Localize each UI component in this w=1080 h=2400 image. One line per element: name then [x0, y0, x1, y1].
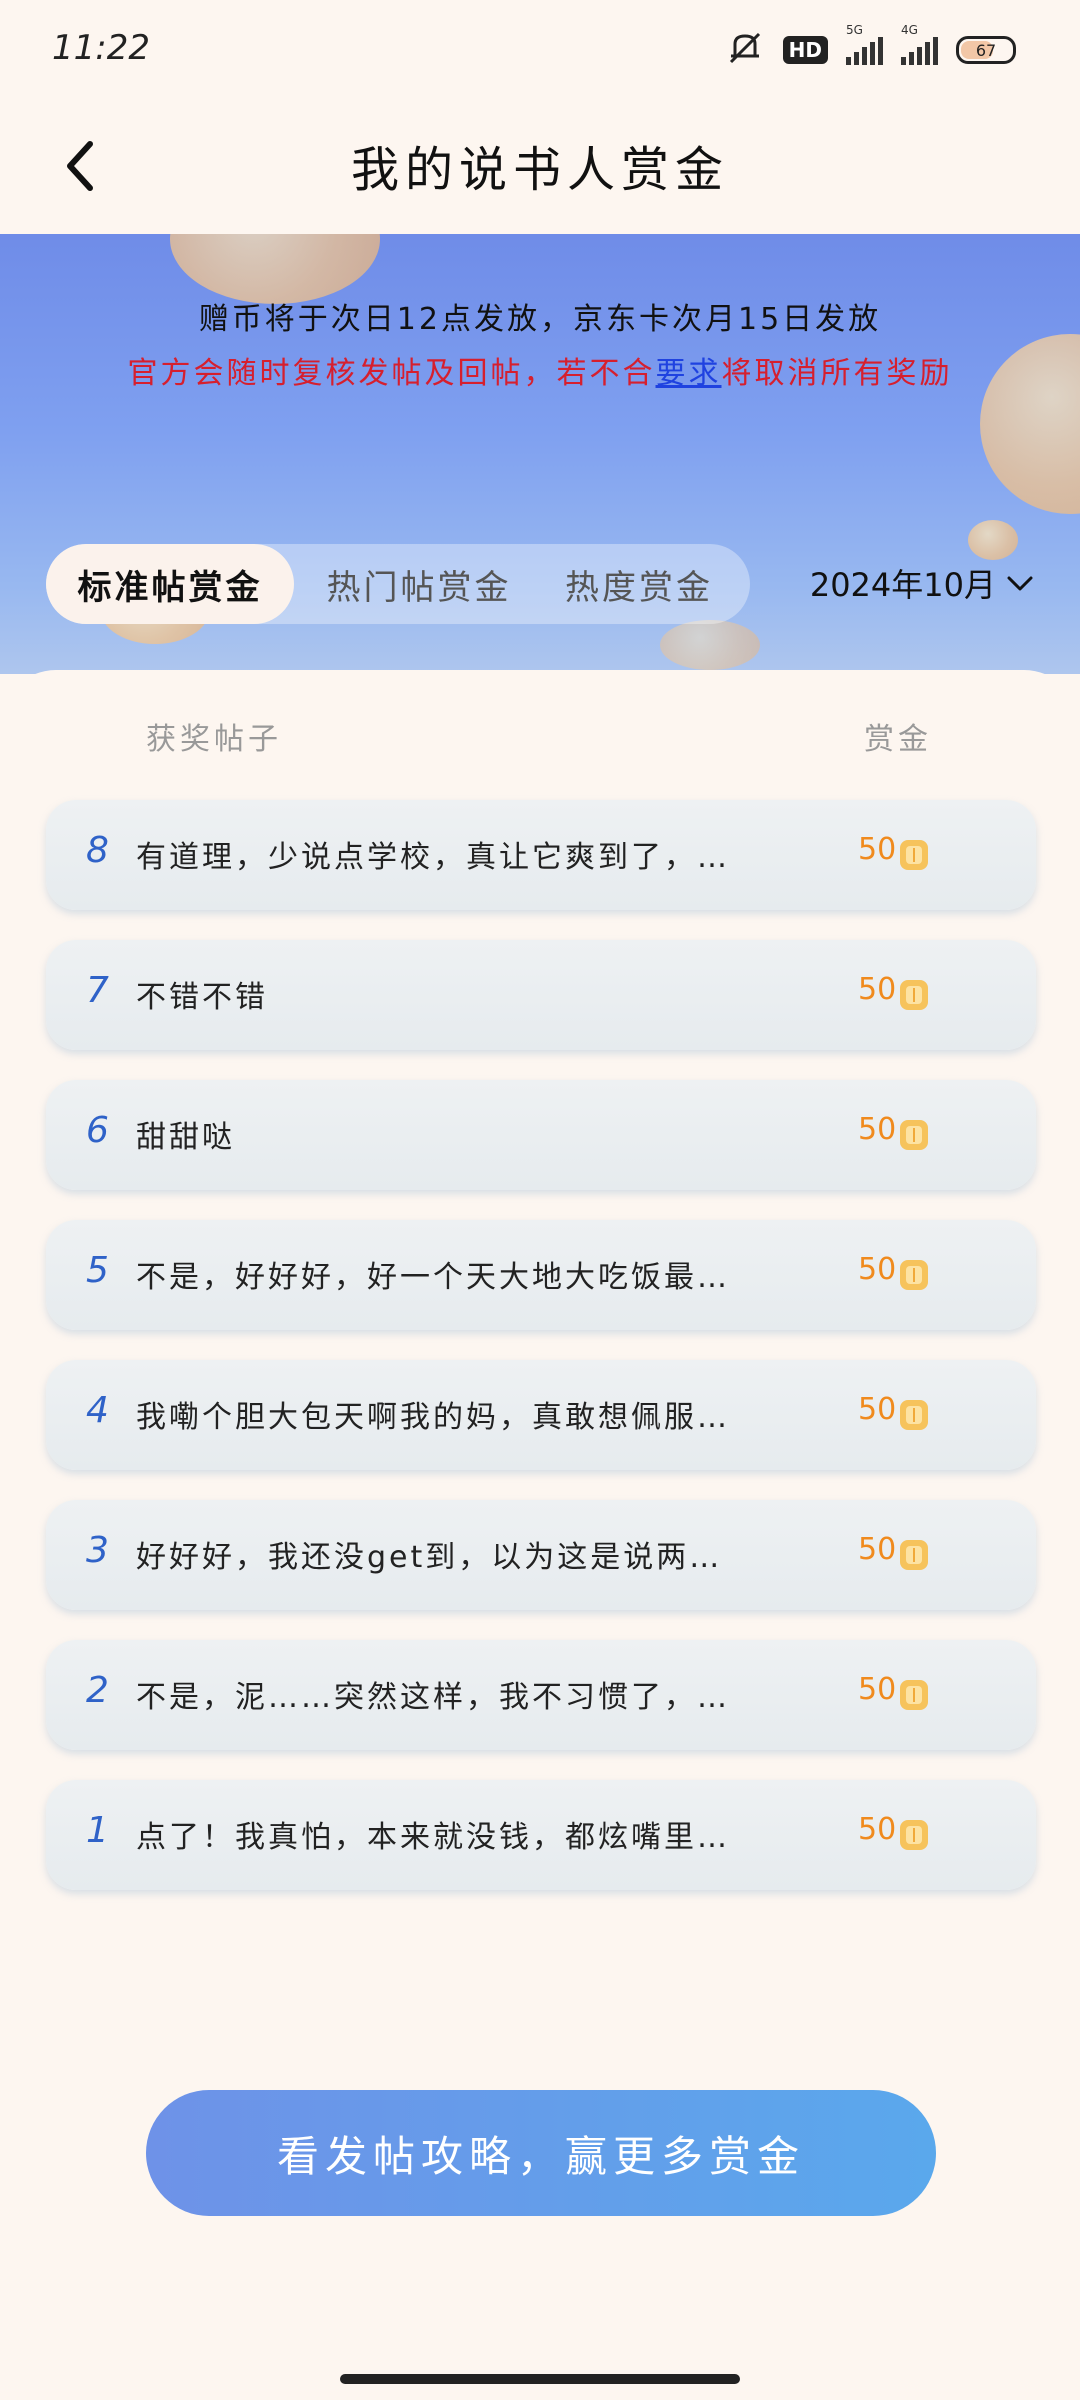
rank-number: 2	[86, 1670, 109, 1711]
signal-tech-label: 4G	[901, 23, 918, 37]
rank-number: 7	[86, 970, 109, 1011]
column-header-post: 获奖帖子	[146, 722, 282, 757]
list-item[interactable]: 7 不错不错 50	[46, 940, 1036, 1050]
hd-icon: HD	[782, 36, 828, 64]
review-warning-text: 官方会随时复核发帖及回帖，若不合	[127, 356, 656, 391]
hero-banner: 赠币将于次日12点发放，京东卡次月15日发放 官方会随时复核发帖及回帖，若不合要…	[0, 234, 1080, 674]
chevron-down-icon	[1006, 564, 1034, 602]
rank-number: 5	[86, 1250, 109, 1291]
post-excerpt: 点了！我真怕，本来就没钱，都炫嘴里…	[136, 1820, 730, 1855]
distribution-notice: 赠币将于次日12点发放，京东卡次月15日发放	[198, 302, 882, 337]
coin-icon	[898, 1258, 930, 1292]
coin-icon	[898, 838, 930, 872]
coin-icon	[898, 1818, 930, 1852]
month-value: 2024年10月	[809, 566, 996, 604]
list-item[interactable]: 1 点了！我真怕，本来就没钱，都炫嘴里… 50	[46, 1780, 1036, 1890]
post-excerpt: 甜甜哒	[136, 1120, 235, 1155]
mute-icon	[725, 30, 765, 70]
review-warning: 官方会随时复核发帖及回帖，若不合要求将取消所有奖励	[0, 348, 1080, 392]
review-warning-text-end: 将取消所有奖励	[721, 356, 953, 391]
list-item[interactable]: 3 好好好，我还没get到，以为这是说两… 50	[46, 1500, 1036, 1610]
rank-number: 1	[86, 1810, 109, 1851]
post-excerpt: 不错不错	[136, 980, 268, 1015]
reward-amount: 50	[858, 972, 897, 1007]
decorative-coin	[968, 520, 1018, 560]
signal-icon: 4G	[901, 23, 938, 65]
reward-amount: 50	[858, 1812, 897, 1847]
status-bar: 11:22 HD 5G 4G 67	[0, 0, 1080, 100]
signal-tech-label: 5G	[846, 23, 863, 37]
home-indicator[interactable]	[340, 2374, 740, 2384]
reward-amount: 50	[858, 832, 897, 867]
rank-number: 8	[86, 830, 109, 871]
tab-standard-post-reward[interactable]: 标准帖赏金	[46, 544, 294, 624]
coin-icon	[898, 1538, 930, 1572]
posting-guide-button[interactable]: 看发帖攻略，赢更多赏金	[146, 2090, 936, 2216]
reward-amount: 50	[858, 1672, 897, 1707]
reward-amount: 50	[858, 1532, 897, 1567]
coin-icon	[898, 978, 930, 1012]
list-item[interactable]: 6 甜甜哒 50	[46, 1080, 1036, 1190]
battery-icon: 67	[956, 36, 1016, 64]
list-item[interactable]: 4 我嘞个胆大包天啊我的妈，真敢想佩服… 50	[46, 1360, 1036, 1470]
page-title: 我的说书人赏金	[350, 142, 729, 198]
tab-popularity-reward[interactable]: 热度赏金	[544, 544, 734, 624]
decorative-coin	[660, 620, 760, 670]
post-excerpt: 好好好，我还没get到，以为这是说两…	[136, 1540, 723, 1575]
tab-hot-post-reward[interactable]: 热门帖赏金	[294, 544, 544, 624]
coin-icon	[898, 1678, 930, 1712]
coin-icon	[898, 1398, 930, 1432]
post-excerpt: 不是，好好好，好一个天大地大吃饭最…	[136, 1260, 730, 1295]
battery-level: 67	[975, 40, 997, 60]
status-icons: HD 5G 4G 67	[725, 23, 1016, 70]
coin-icon	[898, 1118, 930, 1152]
rank-number: 6	[86, 1110, 109, 1151]
reward-amount: 50	[858, 1392, 897, 1427]
list-item[interactable]: 5 不是，好好好，好一个天大地大吃饭最… 50	[46, 1220, 1036, 1330]
post-excerpt: 我嘞个胆大包天啊我的妈，真敢想佩服…	[136, 1400, 730, 1435]
list-item[interactable]: 8 有道理，少说点学校，真让它爽到了，… 50	[46, 800, 1036, 910]
rank-number: 3	[86, 1530, 109, 1571]
status-time: 11:22	[52, 28, 150, 68]
column-header-reward: 赏金	[864, 722, 932, 757]
post-excerpt: 有道理，少说点学校，真让它爽到了，…	[136, 840, 730, 875]
signal-icon: 5G	[846, 23, 883, 65]
reward-tabs: 标准帖赏金 热门帖赏金 热度赏金	[46, 544, 750, 624]
post-excerpt: 不是，泥……突然这样，我不习惯了，…	[136, 1680, 730, 1715]
rank-number: 4	[86, 1390, 109, 1431]
title-bar: 我的说书人赏金	[0, 100, 1080, 234]
requirements-link[interactable]: 要求	[656, 356, 722, 391]
month-selector[interactable]: 2024年10月	[810, 560, 1034, 606]
list-item[interactable]: 2 不是，泥……突然这样，我不习惯了，… 50	[46, 1640, 1036, 1750]
reward-amount: 50	[858, 1112, 897, 1147]
reward-amount: 50	[858, 1252, 897, 1287]
